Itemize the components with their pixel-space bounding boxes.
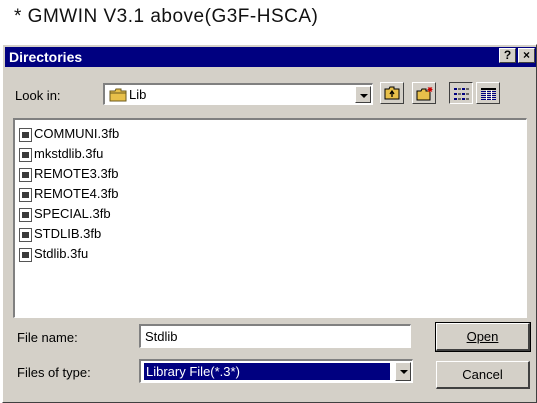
library-file-icon [19, 127, 32, 142]
help-button[interactable]: ? [499, 48, 516, 63]
files-of-type-dropdown[interactable]: Library File(*.3*) [139, 359, 413, 383]
file-item-label: SPECIAL.3fb [34, 206, 111, 221]
file-item-label: REMOTE3.3fb [34, 166, 119, 181]
chevron-down-icon[interactable] [355, 86, 371, 103]
file-item[interactable]: REMOTE3.3fb [19, 164, 119, 184]
folder-icon [109, 88, 127, 107]
look-in-dropdown[interactable]: Lib [103, 83, 373, 105]
library-file-icon [19, 147, 32, 162]
library-file-icon [19, 167, 32, 182]
details-view-button[interactable] [476, 82, 500, 104]
up-one-level-button[interactable] [380, 82, 404, 104]
details-view-icon [481, 87, 496, 105]
library-file-icon [19, 187, 32, 202]
cancel-button-label: Cancel [462, 367, 503, 382]
look-in-label: Look in: [15, 88, 61, 103]
file-item[interactable]: mkstdlib.3fu [19, 144, 103, 164]
dialog-title: Directories [9, 49, 83, 65]
look-in-value: Lib [129, 87, 147, 102]
file-item-label: Stdlib.3fu [34, 246, 89, 261]
cancel-button[interactable]: Cancel [436, 361, 530, 389]
library-file-icon [19, 227, 32, 242]
library-file-icon [19, 207, 32, 222]
close-button[interactable]: × [518, 48, 535, 63]
file-item[interactable]: SPECIAL.3fb [19, 204, 111, 224]
chevron-down-icon[interactable] [395, 362, 411, 381]
file-item[interactable]: STDLIB.3fb [19, 224, 101, 244]
directories-dialog: Directories ? × Look in: Lib COMMUNI.3fb… [2, 44, 537, 403]
open-button-label: Open [466, 329, 499, 344]
up-folder-icon [384, 86, 400, 105]
file-list[interactable]: COMMUNI.3fb mkstdlib.3fu REMOTE3.3fb REM… [13, 118, 527, 318]
list-view-button[interactable] [449, 82, 473, 104]
file-name-input[interactable]: Stdlib [139, 324, 411, 348]
library-file-icon [19, 247, 32, 262]
files-of-type-value: Library File(*.3*) [143, 362, 391, 381]
open-button[interactable]: Open [435, 322, 531, 352]
file-item-label: REMOTE4.3fb [34, 186, 119, 201]
new-folder-button[interactable] [412, 82, 436, 104]
caption: * GMWIN V3.1 above(G3F-HSCA) [14, 6, 319, 27]
file-item-label: STDLIB.3fb [34, 226, 102, 241]
files-of-type-label: Files of type: [17, 365, 91, 380]
file-item[interactable]: REMOTE4.3fb [19, 184, 119, 204]
dialog-titlebar[interactable]: Directories [5, 47, 536, 67]
file-name-value: Stdlib [145, 329, 178, 344]
file-item[interactable]: Stdlib.3fu [19, 244, 88, 264]
list-view-icon [454, 87, 469, 105]
file-item-label: COMMUNI.3fb [34, 126, 120, 141]
file-item[interactable]: COMMUNI.3fb [19, 124, 119, 144]
new-folder-icon [416, 86, 434, 106]
file-name-label: File name: [17, 330, 78, 345]
file-item-label: mkstdlib.3fu [34, 146, 104, 161]
